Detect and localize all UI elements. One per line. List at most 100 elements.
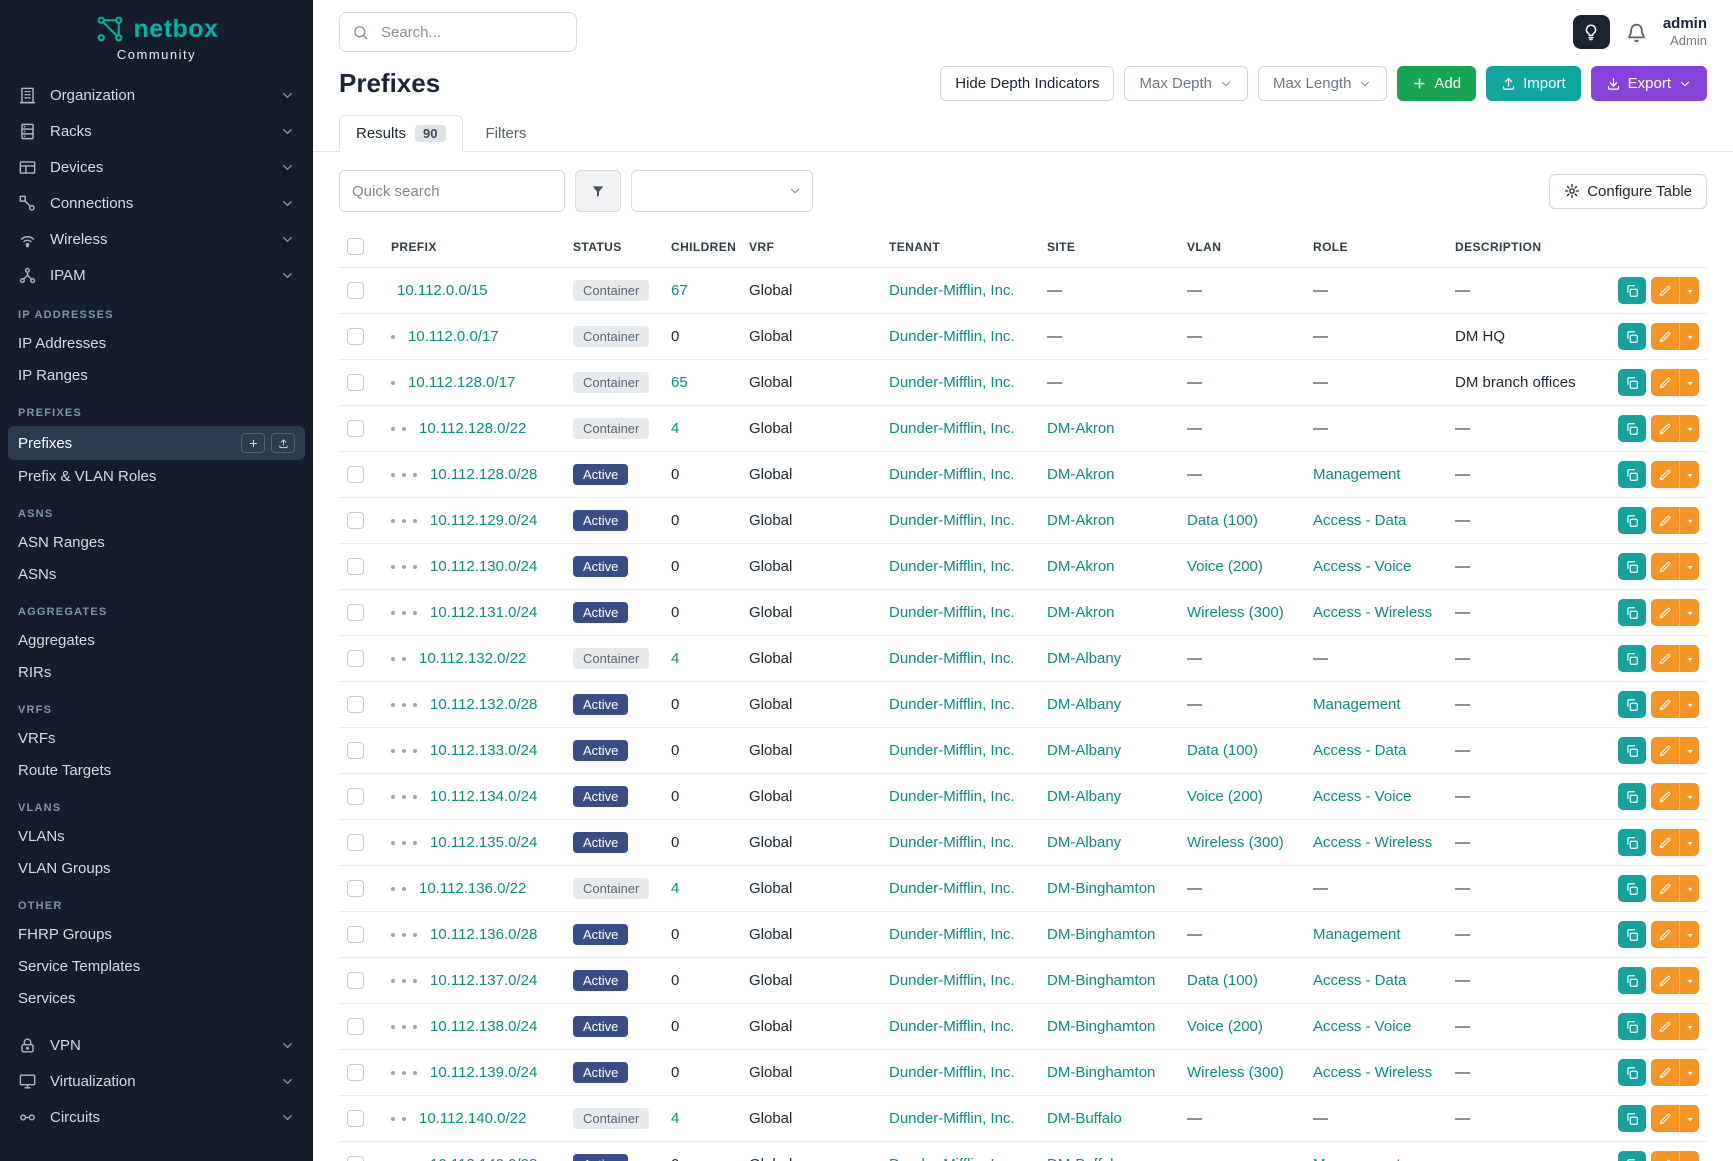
row-actions-dropdown[interactable] bbox=[1679, 875, 1699, 902]
role-link[interactable]: Access - Voice bbox=[1313, 558, 1411, 575]
vlan-link[interactable]: Voice (200) bbox=[1187, 788, 1263, 805]
role-link[interactable]: Management bbox=[1313, 926, 1401, 943]
vlan-link[interactable]: Data (100) bbox=[1187, 742, 1258, 759]
copy-button[interactable] bbox=[1618, 277, 1646, 304]
row-checkbox[interactable] bbox=[347, 742, 364, 759]
site-link[interactable]: DM-Buffalo bbox=[1047, 1156, 1122, 1161]
notifications-bell-icon[interactable] bbox=[1626, 22, 1647, 43]
row-actions-dropdown[interactable] bbox=[1679, 829, 1699, 856]
edit-button[interactable] bbox=[1651, 921, 1679, 948]
site-link[interactable]: DM-Akron bbox=[1047, 512, 1115, 529]
edit-button[interactable] bbox=[1651, 323, 1679, 350]
copy-button[interactable] bbox=[1618, 875, 1646, 902]
sidebar-item-organization[interactable]: Organization bbox=[8, 78, 305, 113]
copy-button[interactable] bbox=[1618, 323, 1646, 350]
sidebar-item-rirs[interactable]: RIRs bbox=[8, 657, 305, 688]
row-checkbox[interactable] bbox=[347, 650, 364, 667]
row-checkbox[interactable] bbox=[347, 1018, 364, 1035]
role-link[interactable]: Access - Voice bbox=[1313, 1018, 1411, 1035]
sidebar-item-ip-ranges[interactable]: IP Ranges bbox=[8, 360, 305, 391]
sidebar-item-fhrp-groups[interactable]: FHRP Groups bbox=[8, 919, 305, 950]
copy-button[interactable] bbox=[1618, 507, 1646, 534]
sidebar-item-racks[interactable]: Racks bbox=[8, 114, 305, 149]
export-button[interactable]: Export bbox=[1591, 66, 1707, 101]
edit-button[interactable] bbox=[1651, 875, 1679, 902]
row-actions-dropdown[interactable] bbox=[1679, 1151, 1699, 1161]
children-count-link[interactable]: 4 bbox=[671, 420, 679, 437]
copy-button[interactable] bbox=[1618, 783, 1646, 810]
column-header-tenant[interactable]: TENANT bbox=[881, 226, 1039, 268]
role-link[interactable]: Access - Wireless bbox=[1313, 834, 1432, 851]
vlan-link[interactable]: Data (100) bbox=[1187, 972, 1258, 989]
edit-button[interactable] bbox=[1651, 1013, 1679, 1040]
role-link[interactable]: Access - Voice bbox=[1313, 788, 1411, 805]
copy-button[interactable] bbox=[1618, 415, 1646, 442]
copy-button[interactable] bbox=[1618, 645, 1646, 672]
copy-button[interactable] bbox=[1618, 369, 1646, 396]
copy-button[interactable] bbox=[1618, 921, 1646, 948]
copy-button[interactable] bbox=[1618, 1105, 1646, 1132]
tenant-link[interactable]: Dunder-Mifflin, Inc. bbox=[889, 880, 1015, 897]
row-checkbox[interactable] bbox=[347, 1110, 364, 1127]
row-actions-dropdown[interactable] bbox=[1679, 691, 1699, 718]
tenant-link[interactable]: Dunder-Mifflin, Inc. bbox=[889, 282, 1015, 299]
copy-button[interactable] bbox=[1618, 599, 1646, 626]
prefix-link[interactable]: 10.112.139.0/24 bbox=[430, 1064, 537, 1081]
row-checkbox[interactable] bbox=[347, 1156, 364, 1161]
edit-button[interactable] bbox=[1651, 1059, 1679, 1086]
tenant-link[interactable]: Dunder-Mifflin, Inc. bbox=[889, 696, 1015, 713]
row-actions-dropdown[interactable] bbox=[1679, 921, 1699, 948]
sidebar-item-vpn[interactable]: VPN bbox=[8, 1028, 305, 1063]
site-link[interactable]: DM-Akron bbox=[1047, 420, 1115, 437]
children-count-link[interactable]: 4 bbox=[671, 1110, 679, 1127]
copy-button[interactable] bbox=[1618, 553, 1646, 580]
row-checkbox[interactable] bbox=[347, 788, 364, 805]
prefix-link[interactable]: 10.112.132.0/28 bbox=[430, 696, 537, 713]
row-checkbox[interactable] bbox=[347, 466, 364, 483]
vlan-link[interactable]: Wireless (300) bbox=[1187, 604, 1284, 621]
vlan-link[interactable]: Voice (200) bbox=[1187, 1018, 1263, 1035]
vlan-link[interactable]: Wireless (300) bbox=[1187, 1064, 1284, 1081]
quick-import-button[interactable] bbox=[271, 433, 295, 453]
import-button[interactable]: Import bbox=[1486, 66, 1581, 101]
row-checkbox[interactable] bbox=[347, 880, 364, 897]
vlan-link[interactable]: Wireless (300) bbox=[1187, 834, 1284, 851]
row-checkbox[interactable] bbox=[347, 696, 364, 713]
row-actions-dropdown[interactable] bbox=[1679, 277, 1699, 304]
row-checkbox[interactable] bbox=[347, 282, 364, 299]
column-header-children[interactable]: CHILDREN bbox=[663, 226, 741, 268]
max-depth-dropdown[interactable]: Max Depth bbox=[1124, 66, 1248, 101]
sidebar-item-vlans[interactable]: VLANs bbox=[8, 821, 305, 852]
prefix-link[interactable]: 10.112.128.0/17 bbox=[408, 374, 515, 391]
edit-button[interactable] bbox=[1651, 783, 1679, 810]
edit-button[interactable] bbox=[1651, 645, 1679, 672]
prefix-link[interactable]: 10.112.137.0/24 bbox=[430, 972, 537, 989]
brand[interactable]: netbox Community bbox=[0, 14, 313, 62]
tenant-link[interactable]: Dunder-Mifflin, Inc. bbox=[889, 1064, 1015, 1081]
tenant-link[interactable]: Dunder-Mifflin, Inc. bbox=[889, 926, 1015, 943]
children-count-link[interactable]: 65 bbox=[671, 374, 688, 391]
site-link[interactable]: DM-Buffalo bbox=[1047, 1110, 1122, 1127]
sidebar-item-asns[interactable]: ASNs bbox=[8, 559, 305, 590]
edit-button[interactable] bbox=[1651, 1105, 1679, 1132]
row-checkbox[interactable] bbox=[347, 328, 364, 345]
copy-button[interactable] bbox=[1618, 829, 1646, 856]
tenant-link[interactable]: Dunder-Mifflin, Inc. bbox=[889, 512, 1015, 529]
column-header-role[interactable]: ROLE bbox=[1305, 226, 1447, 268]
row-checkbox[interactable] bbox=[347, 972, 364, 989]
prefix-link[interactable]: 10.112.128.0/22 bbox=[419, 420, 526, 437]
tenant-link[interactable]: Dunder-Mifflin, Inc. bbox=[889, 558, 1015, 575]
site-link[interactable]: DM-Binghamton bbox=[1047, 880, 1155, 897]
tab-results[interactable]: Results 90 bbox=[339, 115, 463, 152]
column-header-prefix[interactable]: PREFIX bbox=[383, 226, 565, 268]
row-actions-dropdown[interactable] bbox=[1679, 553, 1699, 580]
row-checkbox[interactable] bbox=[347, 604, 364, 621]
row-checkbox[interactable] bbox=[347, 374, 364, 391]
edit-button[interactable] bbox=[1651, 829, 1679, 856]
sidebar-item-circuits[interactable]: Circuits bbox=[8, 1100, 305, 1135]
site-link[interactable]: DM-Binghamton bbox=[1047, 926, 1155, 943]
site-link[interactable]: DM-Binghamton bbox=[1047, 972, 1155, 989]
row-checkbox[interactable] bbox=[347, 926, 364, 943]
edit-button[interactable] bbox=[1651, 415, 1679, 442]
prefix-link[interactable]: 10.112.138.0/24 bbox=[430, 1018, 537, 1035]
